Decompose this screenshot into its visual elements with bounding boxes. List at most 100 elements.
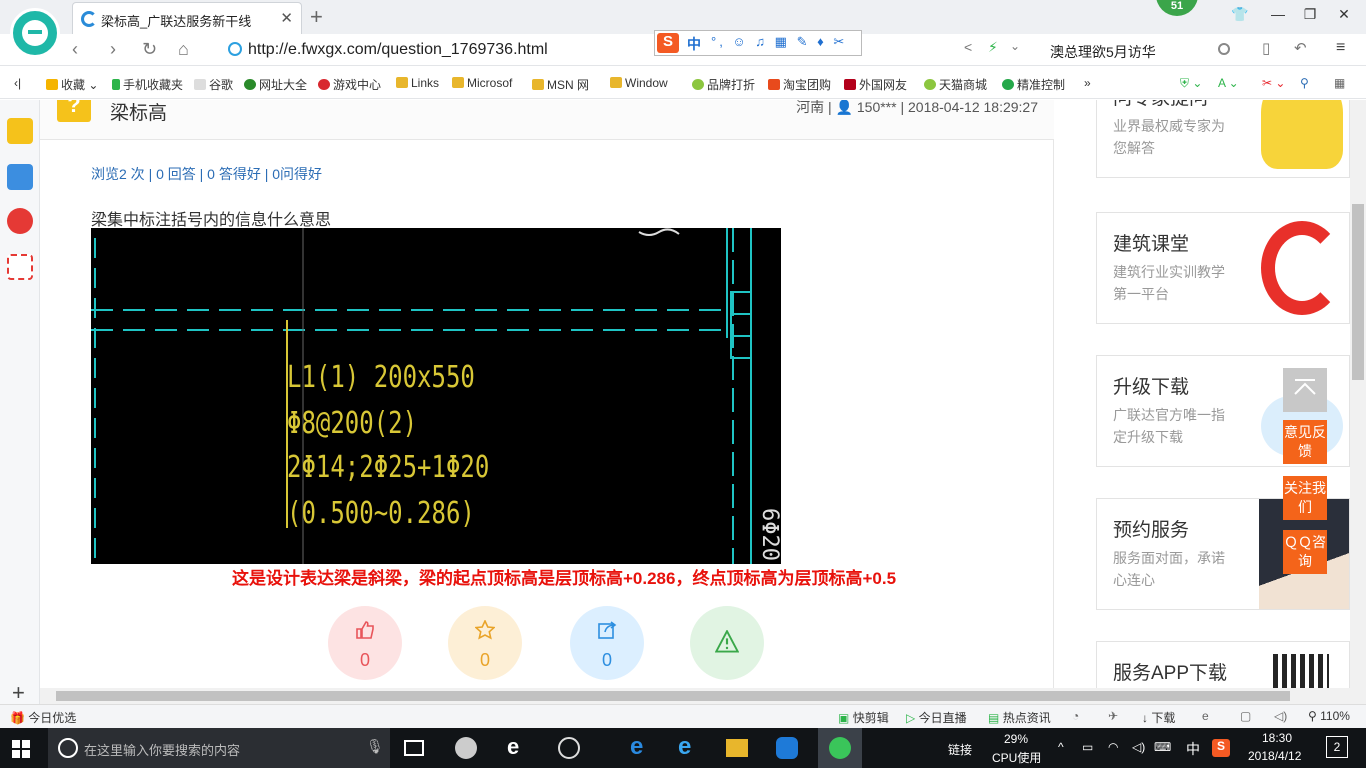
address-text[interactable]: http://e.fwxgx.com/question_1769736.html xyxy=(248,41,548,59)
shirt-skin-icon[interactable]: 👕 xyxy=(1228,6,1252,28)
tab-active[interactable]: 梁标高_广联达服务新干线 ✕ xyxy=(72,2,302,34)
ime-toolbar[interactable]: S 中 °, ☺ ♫ ▦ ✎ ♦ ✂ xyxy=(654,30,862,56)
tab-close-icon[interactable]: ✕ xyxy=(280,9,293,27)
edge-alt-icon[interactable]: e xyxy=(507,734,529,759)
feedback-button[interactable]: 意见反馈 xyxy=(1283,420,1327,464)
bookmarks-collapse-icon[interactable]: ‹| xyxy=(14,76,21,90)
status-item[interactable]: ▣ 快剪辑 xyxy=(838,709,889,726)
refresh-icon[interactable]: ↻ xyxy=(142,39,157,60)
status-item[interactable]: ↓ 下载 xyxy=(1142,709,1175,726)
qq-consult-button[interactable]: ＱＱ咨询 xyxy=(1283,530,1327,574)
undo-icon[interactable]: ↶ xyxy=(1294,39,1307,57)
address-dropdown-icon[interactable]: ⌄ xyxy=(1010,39,1020,53)
glodon-app-icon[interactable] xyxy=(776,737,798,759)
vertical-scrollbar[interactable] xyxy=(1350,100,1366,688)
horizontal-scrollbar[interactable] xyxy=(40,688,1366,704)
ie-icon[interactable]: e xyxy=(678,733,700,760)
like-button[interactable]: 0 xyxy=(328,606,402,680)
search-icon[interactable] xyxy=(1218,43,1230,55)
file-explorer-icon[interactable] xyxy=(726,739,748,757)
menu-icon[interactable]: ≡ xyxy=(1336,39,1345,57)
promo-app-download[interactable]: 服务APP下载 xyxy=(1096,641,1350,688)
zoom-level[interactable]: ⚲ 110% xyxy=(1308,709,1350,723)
battery-icon[interactable]: ▭ xyxy=(1082,740,1093,754)
clock-date[interactable]: 2018/4/12 xyxy=(1248,749,1301,763)
question-stats[interactable]: 浏览2 次 | 0 回答 | 0 答得好 | 0问得好 xyxy=(91,164,322,184)
bookmark-item[interactable]: 手机收藏夹 xyxy=(112,76,183,93)
address-bar[interactable]: http://e.fwxgx.com/question_1769736.html xyxy=(224,39,644,61)
active-browser-taskbar-item[interactable] xyxy=(818,728,862,768)
bookmark-item[interactable]: 谷歌 xyxy=(194,76,233,93)
sidebar-add-icon[interactable]: + xyxy=(12,680,25,706)
promo-classroom[interactable]: 建筑课堂 建筑行业实训教学第一平台 xyxy=(1096,212,1350,324)
bookmark-item[interactable]: Window xyxy=(610,76,668,90)
ime-language[interactable]: 中 xyxy=(687,34,701,54)
bookmark-item[interactable]: 外国网友 xyxy=(844,76,907,93)
volume-icon[interactable]: ◁) xyxy=(1274,709,1287,723)
pin-icon[interactable]: ✈ xyxy=(1108,709,1118,723)
search-box[interactable]: 澳总理欲5月访华 xyxy=(1040,40,1240,62)
close-window-button[interactable]: ✕ xyxy=(1332,6,1356,28)
vertical-scroll-thumb[interactable] xyxy=(1352,204,1364,380)
bookmark-item[interactable]: 品牌打折 xyxy=(692,76,755,93)
status-item[interactable]: ▷ 今日直播 xyxy=(906,709,967,726)
taskbar-search-input[interactable]: 在这里输入你要搜索的内容 xyxy=(84,740,240,759)
ie-icon[interactable]: e xyxy=(1202,709,1209,723)
favorites-star-icon[interactable] xyxy=(7,118,33,144)
new-tab-button[interactable]: + xyxy=(310,4,323,30)
home-icon[interactable]: ⌂ xyxy=(178,39,189,60)
follow-us-button[interactable]: 关注我们 xyxy=(1283,476,1327,520)
bookmark-item[interactable]: 游戏中心 xyxy=(318,76,381,93)
browser-app-icon[interactable] xyxy=(558,737,580,759)
sogou-tray-icon[interactable]: S xyxy=(1212,739,1230,757)
bookmark-item[interactable]: 天猫商城 xyxy=(924,76,987,93)
cad-drawing-image[interactable]: 6Φ20 L1(1) 200x550 Φ8@200(2) 2Φ14;2Φ25+1… xyxy=(91,228,781,564)
zoom-icon[interactable]: ⚲ xyxy=(1300,76,1309,90)
back-to-top-button[interactable] xyxy=(1283,368,1327,412)
share-icon[interactable]: < xyxy=(964,39,972,55)
phone-icon[interactable]: ▯ xyxy=(1262,39,1270,57)
bookmark-item[interactable]: Links xyxy=(396,76,439,90)
restore-button[interactable]: ❐ xyxy=(1298,6,1322,28)
start-button[interactable] xyxy=(12,740,30,758)
minimize-button[interactable]: — xyxy=(1266,6,1290,28)
weibo-icon[interactable] xyxy=(7,208,33,234)
forward-arrow-icon[interactable]: › xyxy=(110,39,116,60)
back-arrow-icon[interactable]: ‹ xyxy=(72,39,78,60)
microphone-icon[interactable]: 🎙 xyxy=(366,738,384,755)
keyboard-icon[interactable]: ⌨ xyxy=(1154,740,1171,754)
bookmark-item[interactable]: MSN 网 xyxy=(532,76,589,93)
share-button[interactable]: 0 xyxy=(570,606,644,680)
status-item[interactable]: ▤ 热点资讯 xyxy=(988,709,1051,726)
browser-logo-icon[interactable] xyxy=(10,8,60,58)
grid-icon[interactable]: ▦ xyxy=(1334,76,1345,90)
translate-icon[interactable]: A ⌄ xyxy=(1218,76,1239,90)
tray-expand-icon[interactable]: ^ xyxy=(1058,740,1064,754)
promo-ask-expert[interactable]: 问专家提问 业界最权威专家为您解答 xyxy=(1096,100,1350,178)
bookmark-item[interactable]: 收藏 ⌄ xyxy=(46,76,98,93)
task-view-icon[interactable] xyxy=(404,740,424,756)
volume-icon[interactable]: ◁) xyxy=(1132,740,1145,754)
bookmark-item[interactable]: 淘宝团购 xyxy=(768,76,831,93)
mail-icon[interactable] xyxy=(7,254,33,280)
favorite-button[interactable]: 0 xyxy=(448,606,522,680)
ime-tools[interactable]: °, ☺ ♫ ▦ ✎ ♦ ✂ xyxy=(711,34,847,50)
taskbar-search-box[interactable]: 在这里输入你要搜索的内容 🎙 xyxy=(48,728,390,768)
clock-time[interactable]: 18:30 xyxy=(1262,731,1292,745)
links-toolbar[interactable]: 链接 xyxy=(948,741,972,758)
ime-indicator[interactable]: 中 xyxy=(1186,739,1200,759)
today-picks[interactable]: 🎁 今日优选 xyxy=(10,709,76,726)
action-center-icon[interactable]: 2 xyxy=(1326,736,1348,758)
pinwheel-app-icon[interactable] xyxy=(455,737,477,759)
bookmarks-more-icon[interactable]: » xyxy=(1084,76,1091,90)
horizontal-scroll-thumb[interactable] xyxy=(56,691,1290,701)
wifi-icon[interactable]: ◠ xyxy=(1108,740,1118,754)
bookmark-item[interactable]: 网址大全 xyxy=(244,76,307,93)
edge-icon[interactable]: e xyxy=(630,733,652,760)
speed-icon[interactable]: ◔ xyxy=(1072,709,1079,723)
shield-icon[interactable]: ⛨ ⌄ xyxy=(1180,76,1202,91)
lightning-icon[interactable]: ⚡ xyxy=(988,39,998,56)
window-icon[interactable]: ▢ xyxy=(1240,709,1251,723)
report-button[interactable] xyxy=(690,606,764,680)
bookmark-item[interactable]: Microsof xyxy=(452,76,512,90)
